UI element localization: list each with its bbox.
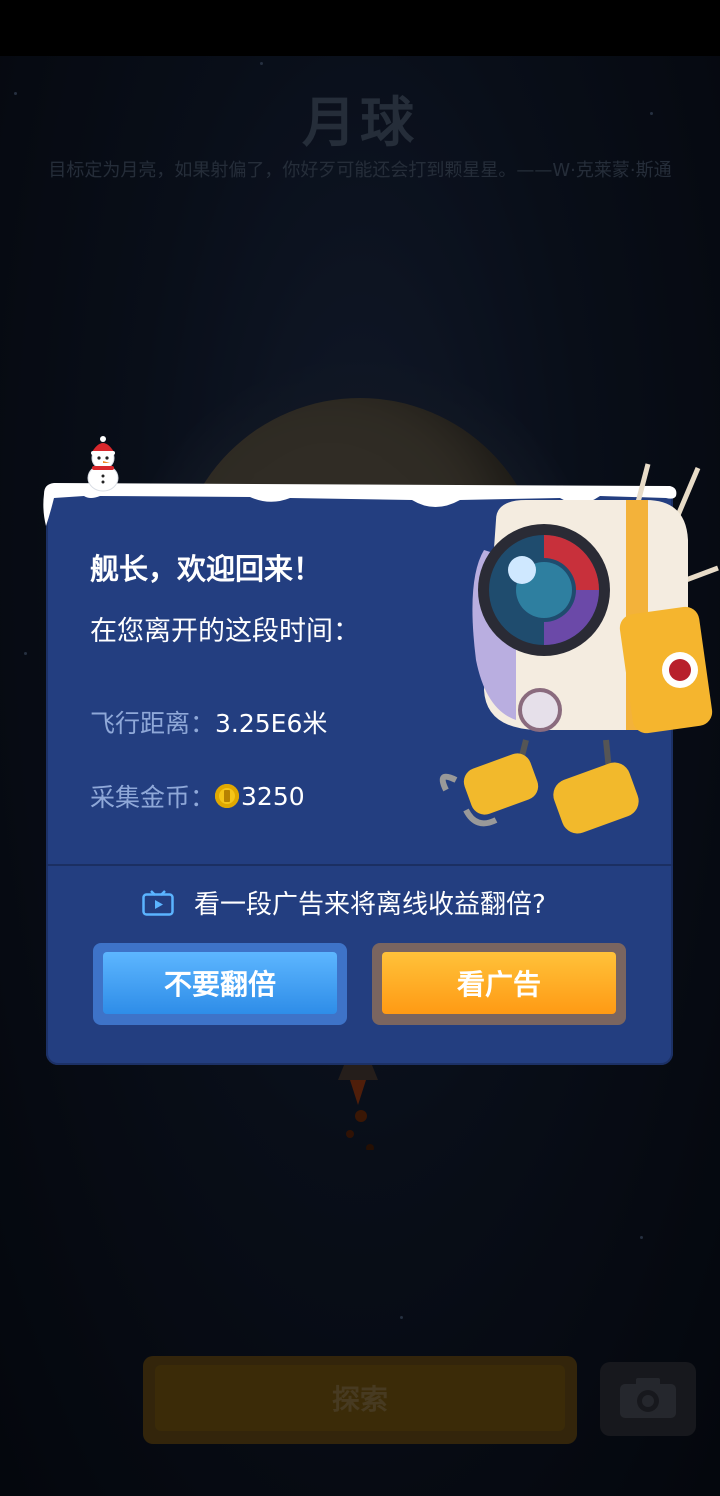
coin-icon [215, 784, 240, 808]
watch-ad-button[interactable]: 看广告 [382, 952, 616, 1014]
screen: 月球 目标定为月亮，如果射偏了，你好歹可能还会打到颗星星。——W·克莱蒙·斯通 … [0, 0, 720, 1496]
snowman-icon [87, 436, 119, 492]
tv-play-icon [142, 889, 174, 916]
distance-value: 3.25E6米 [215, 709, 328, 738]
no-double-button[interactable]: 不要翻倍 [103, 952, 337, 1014]
welcome-title: 舰长，欢迎回来！ [90, 552, 323, 586]
ad-prompt-row: 看一段广告来将离线收益翻倍? [142, 884, 546, 921]
distance-row: 飞行距离： 3.25E6米 [90, 704, 327, 740]
coins-value: 3250 [241, 781, 305, 811]
dialog-divider [46, 864, 673, 866]
robot-mascot-icon [439, 463, 719, 834]
distance-label: 飞行距离： [90, 709, 216, 738]
status-bar [0, 0, 720, 56]
coins-row: 采集金币： 3250 [90, 778, 305, 814]
coins-label: 采集金币： [90, 783, 216, 812]
ad-prompt-text: 看一段广告来将离线收益翻倍? [194, 890, 546, 920]
away-subtitle: 在您离开的这段时间： [90, 616, 360, 647]
